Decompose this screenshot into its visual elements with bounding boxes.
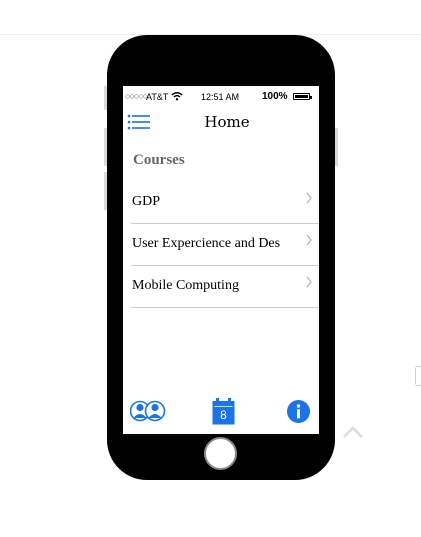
chevron-right-icon — [306, 276, 312, 288]
section-title: Courses — [133, 152, 185, 168]
side-panel-tab[interactable] — [415, 366, 421, 386]
info-icon[interactable] — [287, 400, 310, 423]
course-item-user-experience[interactable]: User Expercience and Des — [131, 224, 319, 266]
page: ○○○○○ AT&T 12:51 AM 100% Home Courses GD… — [0, 0, 421, 537]
wifi-icon — [171, 92, 183, 101]
status-time: 12:51 AM — [201, 92, 240, 102]
home-button[interactable] — [204, 437, 237, 470]
chevron-up-icon[interactable] — [342, 425, 364, 439]
chevron-right-icon — [306, 234, 312, 246]
power-button — [335, 128, 338, 166]
status-bar: ○○○○○ AT&T 12:51 AM 100% — [123, 86, 319, 106]
calendar-day: 8 — [220, 408, 227, 422]
phone-screen: ○○○○○ AT&T 12:51 AM 100% Home Courses GD… — [123, 86, 319, 434]
calendar-tab[interactable]: 8 — [212, 398, 235, 425]
course-label: GDP — [132, 194, 161, 209]
carrier-name: AT&T — [146, 92, 169, 102]
signal-strength: ○○○○○ — [125, 91, 148, 101]
chevron-right-icon — [306, 192, 312, 204]
users-icon[interactable] — [130, 400, 166, 422]
course-label: User Expercience and Des — [132, 236, 281, 251]
course-label: Mobile Computing — [132, 278, 239, 293]
battery-icon — [293, 93, 312, 100]
navigation-bar: Home — [123, 106, 319, 138]
tab-bar: 8 — [123, 396, 319, 434]
battery-percent: 100% — [262, 91, 288, 102]
page-title: Home — [204, 113, 250, 131]
course-item-gdp[interactable]: GDP — [131, 182, 319, 224]
course-list: GDP User Expercience and Des Mobile Comp… — [131, 182, 319, 308]
course-item-mobile-computing[interactable]: Mobile Computing — [131, 266, 319, 308]
